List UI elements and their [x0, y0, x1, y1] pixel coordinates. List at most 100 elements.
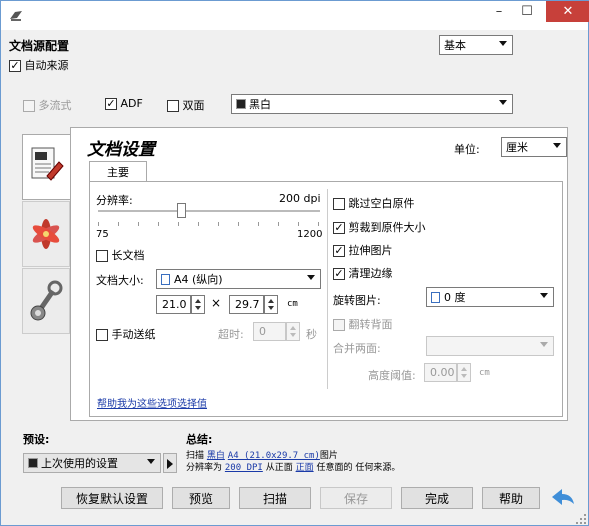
tab-device-settings[interactable]	[22, 268, 70, 334]
width-value: 21.0	[162, 298, 187, 311]
height-value: 29.7	[235, 298, 260, 311]
bw-color-icon	[236, 99, 246, 109]
adf-check-icon: ✓	[105, 97, 117, 110]
chevron-down-icon	[307, 275, 315, 280]
mode-select[interactable]: 基本	[439, 35, 513, 55]
stretch-label: 拉伸图片	[348, 244, 393, 257]
tools-icon	[30, 280, 63, 321]
height-input[interactable]: 29.7	[229, 295, 264, 314]
back-arrow-icon[interactable]	[550, 486, 576, 508]
summary-line-2: 分辨率为 200 DPI 从正面 正面 任意面的 任何来源。	[186, 460, 400, 473]
times-sign: ×	[211, 296, 222, 310]
summary-dpi-link[interactable]: 200 DPI	[225, 463, 263, 473]
close-icon[interactable]: ✕	[546, 1, 589, 22]
chevron-down-icon	[553, 143, 561, 148]
flip-back-checkbox[interactable]: 翻转背面	[333, 316, 393, 332]
timeout-unit: 秒	[306, 328, 317, 341]
unit-label: 单位:	[454, 143, 480, 156]
manual-feed-box	[96, 329, 108, 341]
clean-edges-checkbox[interactable]: ✓ 清理边缘	[333, 265, 393, 281]
resolution-max: 1200	[297, 229, 323, 240]
crop-check-icon: ✓	[333, 221, 345, 234]
save-button[interactable]: 保存	[320, 487, 392, 509]
preset-label: 预设:	[23, 433, 50, 446]
clean-edges-check-icon: ✓	[333, 267, 345, 280]
threshold-stepper[interactable]	[457, 363, 471, 382]
long-document-box	[96, 250, 108, 262]
height-stepper[interactable]	[264, 295, 278, 314]
mode-select-value: 基本	[444, 39, 466, 52]
document-size-select[interactable]: A4 (纵向)	[156, 269, 321, 289]
help-button[interactable]: 帮助	[482, 487, 540, 509]
chevron-down-icon	[540, 293, 548, 298]
long-document-label: 长文档	[111, 249, 145, 262]
stretch-check-icon: ✓	[333, 244, 345, 257]
flip-back-box	[333, 319, 345, 331]
multistream-checkbox[interactable]: 多流式	[23, 97, 72, 113]
reset-defaults-button[interactable]: 恢复默认设置	[61, 487, 163, 509]
duplex-box	[167, 100, 179, 112]
auto-source-label: 自动来源	[24, 59, 69, 72]
chevron-down-icon	[147, 459, 155, 464]
adf-label: ADF	[120, 97, 143, 110]
chevron-down-icon	[499, 41, 507, 46]
crop-checkbox[interactable]: ✓ 剪裁到原件大小	[333, 219, 426, 235]
timeout-stepper[interactable]	[286, 322, 300, 341]
timeout-input[interactable]: 0	[253, 322, 286, 341]
auto-source-checkbox[interactable]: ✓ 自动来源	[9, 57, 69, 73]
size-unit: cm	[287, 299, 298, 309]
maximize-icon[interactable]: ☐	[514, 1, 540, 22]
threshold-value: 0.00	[430, 366, 455, 379]
resolution-min: 75	[96, 229, 109, 240]
manual-feed-label: 手动送纸	[111, 328, 156, 341]
minimize-icon[interactable]: –	[486, 1, 512, 22]
width-input[interactable]: 21.0	[156, 295, 191, 314]
column-divider	[327, 189, 328, 389]
adf-checkbox[interactable]: ✓ ADF	[105, 97, 143, 110]
threshold-label: 高度阈值:	[368, 369, 416, 382]
preview-button[interactable]: 预览	[172, 487, 230, 509]
document-size-value: A4 (纵向)	[174, 273, 223, 286]
rotate-select[interactable]: 0 度	[426, 287, 554, 307]
long-document-checkbox[interactable]: 长文档	[96, 247, 145, 263]
skip-blank-box	[333, 198, 345, 210]
resolution-slider-thumb[interactable]	[177, 203, 186, 218]
threshold-input[interactable]: 0.00	[424, 363, 457, 382]
flower-icon	[32, 219, 60, 249]
threshold-unit: cm	[479, 368, 490, 378]
stretch-checkbox[interactable]: ✓ 拉伸图片	[333, 242, 393, 258]
crop-label: 剪裁到原件大小	[348, 221, 426, 234]
tab-document-settings[interactable]	[22, 134, 70, 200]
summary-text: 分辨率为	[186, 463, 223, 473]
page-title: 文档设置	[87, 140, 155, 160]
manual-feed-checkbox[interactable]: 手动送纸	[96, 326, 156, 342]
app-icon	[10, 11, 22, 21]
page-icon	[161, 273, 170, 285]
page-icon	[431, 291, 440, 303]
skip-blank-label: 跳过空白原件	[348, 197, 415, 210]
merge-label: 合并两面:	[333, 342, 381, 355]
skip-blank-checkbox[interactable]: 跳过空白原件	[333, 195, 415, 211]
tab-image-settings[interactable]	[22, 201, 70, 267]
color-mode-select[interactable]: 黑白	[231, 94, 513, 114]
unit-select[interactable]: 厘米	[501, 137, 567, 157]
preset-select[interactable]: 上次使用的设置	[23, 453, 161, 473]
source-title: 文档源配置	[9, 39, 70, 53]
document-size-label: 文档大小:	[96, 274, 144, 287]
width-stepper[interactable]	[191, 295, 205, 314]
resolution-slider-track[interactable]	[98, 210, 320, 212]
preset-value: 上次使用的设置	[41, 457, 118, 470]
scan-button[interactable]: 扫描	[239, 487, 311, 509]
rotate-value: 0 度	[444, 291, 466, 304]
summary-text: 任意面的 任何来源。	[316, 463, 401, 473]
rotate-label: 旋转图片:	[333, 294, 381, 307]
duplex-checkbox[interactable]: 双面	[167, 97, 205, 113]
merge-select[interactable]	[426, 336, 554, 356]
document-settings-icon	[31, 147, 64, 181]
done-button[interactable]: 完成	[401, 487, 473, 509]
tab-main[interactable]: 主要	[89, 161, 147, 181]
resize-grip-icon[interactable]	[575, 513, 587, 525]
preset-menu-button[interactable]	[163, 453, 177, 473]
help-link[interactable]: 帮助我为这些选项选择值	[97, 395, 207, 410]
summary-side-link[interactable]: 正面	[296, 463, 314, 473]
